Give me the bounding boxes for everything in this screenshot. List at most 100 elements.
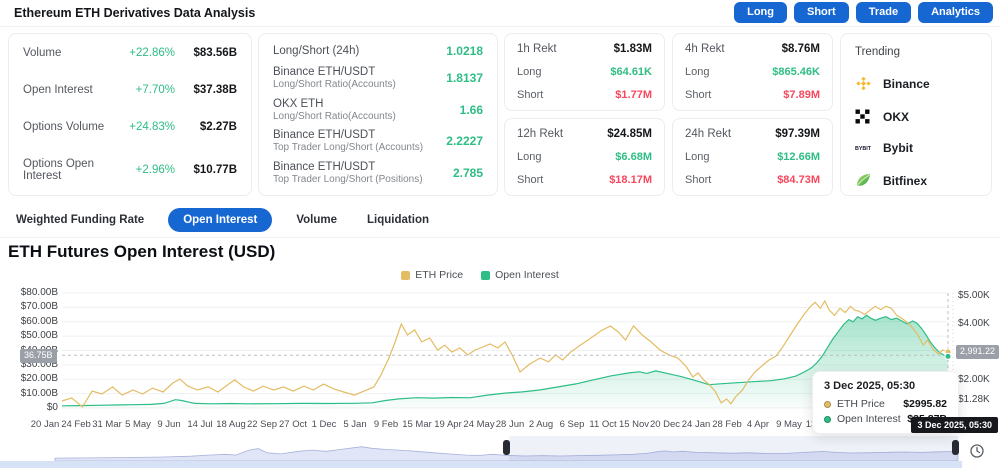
ratio-label: Long/Short (24h) (273, 45, 360, 57)
x-tick: 9 May (776, 419, 802, 430)
x-tick: 6 Sep (559, 419, 585, 430)
x-tick: 15 Nov (618, 419, 650, 430)
ratio-label: Binance ETH/USDT (273, 65, 376, 78)
rekt-long-value: $6.68M (615, 151, 652, 163)
trade-button[interactable]: Trade (855, 2, 912, 23)
trending-item-bitfinex[interactable]: Bitfinex (855, 172, 977, 189)
stat-value: $37.38B (193, 84, 237, 96)
ratio-row-long-short-24h: Long/Short (24h) 1.0218 (273, 44, 483, 58)
analytics-button[interactable]: Analytics (918, 2, 993, 23)
crosshair-right-axis-badge: 2,991.22 (956, 345, 1000, 359)
rekt-card-24h-rekt: 24h Rekt $97.39M Long $12.66M Short $84.73M (672, 118, 833, 196)
x-tick: 28 Jun (495, 419, 525, 430)
stat-label: Volume (23, 47, 62, 59)
x-tick: 24 May (463, 419, 495, 430)
x-tick: 5 May (125, 419, 151, 430)
bybit-icon: BYBIT (855, 143, 875, 153)
navigator-right-handle[interactable] (952, 440, 959, 455)
ratio-labels: Binance ETH/USDT Top Trader Long/Short (P… (273, 161, 453, 185)
rekt-total: $1.83M (613, 43, 652, 55)
stat-row-volume: Volume +22.86% $83.56B (23, 47, 237, 59)
tooltip-timestamp: 3 Dec 2025, 05:30 (824, 380, 916, 392)
x-tick: 28 Feb (712, 419, 742, 430)
trending-card: Trending Binance OKX BYBIT Bybit Bitfinex (840, 33, 992, 196)
x-tick: 11 Oct (589, 419, 617, 430)
rekt-title: 4h Rekt (685, 43, 725, 55)
trending-name: Bitfinex (883, 173, 928, 188)
rekt-short-row: Short $84.73M (685, 174, 820, 186)
rekt-long-label: Long (517, 66, 542, 78)
ratio-value: 2.2227 (446, 134, 483, 149)
rekt-title: 24h Rekt (685, 128, 732, 140)
ratio-sublabel: Long/Short Ratio(Accounts) (273, 110, 396, 122)
rekt-card-1h-rekt: 1h Rekt $1.83M Long $64.61K Short $1.77M (504, 33, 665, 111)
header-actions: Long Short Trade Analytics (734, 2, 993, 23)
short-button[interactable]: Short (793, 2, 849, 23)
rekt-long-row: Long $64.61K (517, 66, 652, 78)
ratio-labels: Binance ETH/USDT Long/Short Ratio(Account… (273, 66, 446, 90)
chart-tabs: Weighted Funding Rate Open Interest Volume… (10, 208, 435, 232)
legend-item-eth-price: ETH Price (401, 269, 463, 281)
trending-name: Binance (883, 76, 930, 91)
ratio-row-binance-eth-usdt: Binance ETH/USDT Long/Short Ratio(Account… (273, 66, 483, 90)
rekt-short-value: $1.77M (615, 89, 652, 101)
horizontal-scrollbar[interactable] (0, 461, 962, 468)
legend-swatch (481, 270, 491, 280)
market-stats-card: Volume +22.86% $83.56B Open Interest +7.70% $… (8, 33, 252, 196)
rekt-total: $97.39M (775, 128, 820, 140)
ratio-labels: Binance ETH/USDT Top Trader Long/Short (A… (273, 129, 446, 153)
tab-liquidation[interactable]: Liquidation (361, 208, 435, 232)
rekt-short-row: Short $18.17M (517, 174, 652, 186)
trending-item-binance[interactable]: Binance (855, 75, 977, 92)
stat-change: +2.96% (135, 164, 175, 176)
rekt-short-label: Short (517, 174, 544, 186)
trending-item-okx[interactable]: OKX (855, 109, 977, 124)
history-clock-icon[interactable] (969, 443, 985, 459)
rekt-grid: 1h Rekt $1.83M Long $64.61K Short $1.77M 4h Re… (504, 33, 833, 196)
rekt-short-label: Short (685, 174, 712, 186)
ratio-label: OKX ETH (273, 97, 324, 110)
header: Ethereum ETH Derivatives Data Analysis L… (0, 0, 1000, 27)
stat-label: Open Interest (23, 84, 93, 96)
rekt-long-value: $865.46K (772, 66, 820, 78)
x-tick: 22 Sep (246, 419, 278, 430)
stat-value: $2.27B (199, 121, 237, 133)
rekt-long-value: $64.61K (610, 66, 652, 78)
navigator-left-handle[interactable] (503, 440, 510, 455)
long-button[interactable]: Long (734, 2, 787, 23)
ratio-value: 2.785 (452, 166, 483, 180)
x-tick: 5 Jan (343, 419, 367, 430)
tab-open-interest[interactable]: Open Interest (168, 208, 273, 232)
rekt-title-row: 24h Rekt $97.39M (685, 128, 820, 140)
navigator-selected-range[interactable] (509, 436, 958, 462)
stat-label: Options Open Interest (23, 158, 94, 182)
section-title: ETH Futures Open Interest (USD) (8, 242, 276, 261)
tooltip-series-dot (824, 415, 831, 423)
ratio-value: 1.66 (459, 102, 483, 117)
legend-item-open-interest: Open Interest (481, 269, 559, 281)
tooltip-series-name: Open Interest (837, 413, 901, 425)
tab-volume[interactable]: Volume (290, 208, 343, 232)
rekt-short-label: Short (685, 89, 712, 101)
trending-name: OKX (883, 109, 910, 124)
stat-value: $83.56B (193, 47, 237, 59)
chart-navigator[interactable] (0, 436, 1000, 462)
stat-row-options-open-interest: Options Open Interest +2.96% $10.77B (23, 158, 237, 182)
tooltip-series-name: ETH Price (837, 398, 885, 410)
tabs-divider (0, 237, 1000, 238)
rekt-title-row: 4h Rekt $8.76M (685, 43, 820, 55)
stat-row-options-volume: Options Volume +24.83% $2.27B (23, 121, 237, 133)
page-title: Ethereum ETH Derivatives Data Analysis (14, 6, 256, 20)
rekt-card-12h-rekt: 12h Rekt $24.85M Long $6.68M Short $18.17M (504, 118, 665, 196)
legend-label: ETH Price (415, 269, 464, 281)
tooltip-series-dot (824, 400, 831, 408)
x-tick: 27 Oct (279, 419, 307, 430)
trending-title: Trending (855, 46, 900, 58)
crosshair-time-badge: 3 Dec 2025, 05:30 (911, 417, 998, 433)
trending-item-bybit[interactable]: BYBIT Bybit (855, 141, 977, 155)
ratio-sublabel: Top Trader Long/Short (Accounts) (273, 142, 424, 154)
rekt-title: 12h Rekt (517, 128, 564, 140)
rekt-long-row: Long $6.68M (517, 151, 652, 163)
stat-row-open-interest: Open Interest +7.70% $37.38B (23, 84, 237, 96)
tab-weighted-funding-rate[interactable]: Weighted Funding Rate (10, 208, 150, 232)
